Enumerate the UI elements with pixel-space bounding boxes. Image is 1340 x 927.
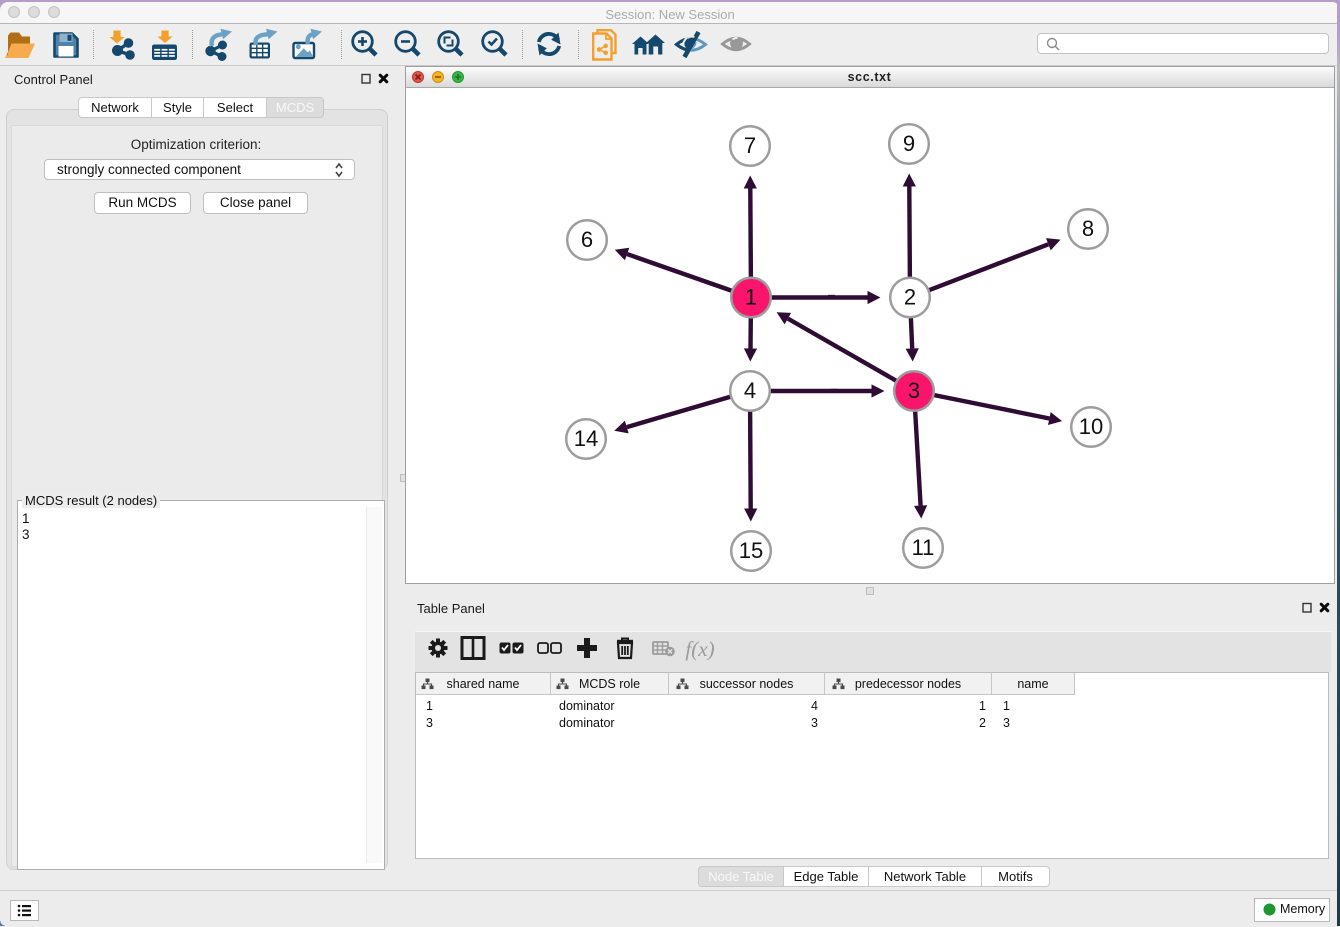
svg-text:4: 4 (744, 378, 756, 403)
svg-text:14: 14 (574, 426, 598, 451)
svg-text:1: 1 (745, 285, 757, 310)
svg-text:11: 11 (912, 535, 935, 560)
svg-text:10: 10 (1079, 414, 1103, 439)
svg-text:6: 6 (581, 227, 593, 252)
svg-text:15: 15 (739, 538, 763, 563)
svg-text:3: 3 (908, 378, 920, 403)
svg-text:2: 2 (904, 285, 916, 310)
svg-text:9: 9 (903, 131, 915, 156)
svg-text:f(x): f(x) (685, 637, 714, 661)
svg-text:8: 8 (1082, 216, 1094, 241)
svg-text:7: 7 (744, 133, 756, 158)
